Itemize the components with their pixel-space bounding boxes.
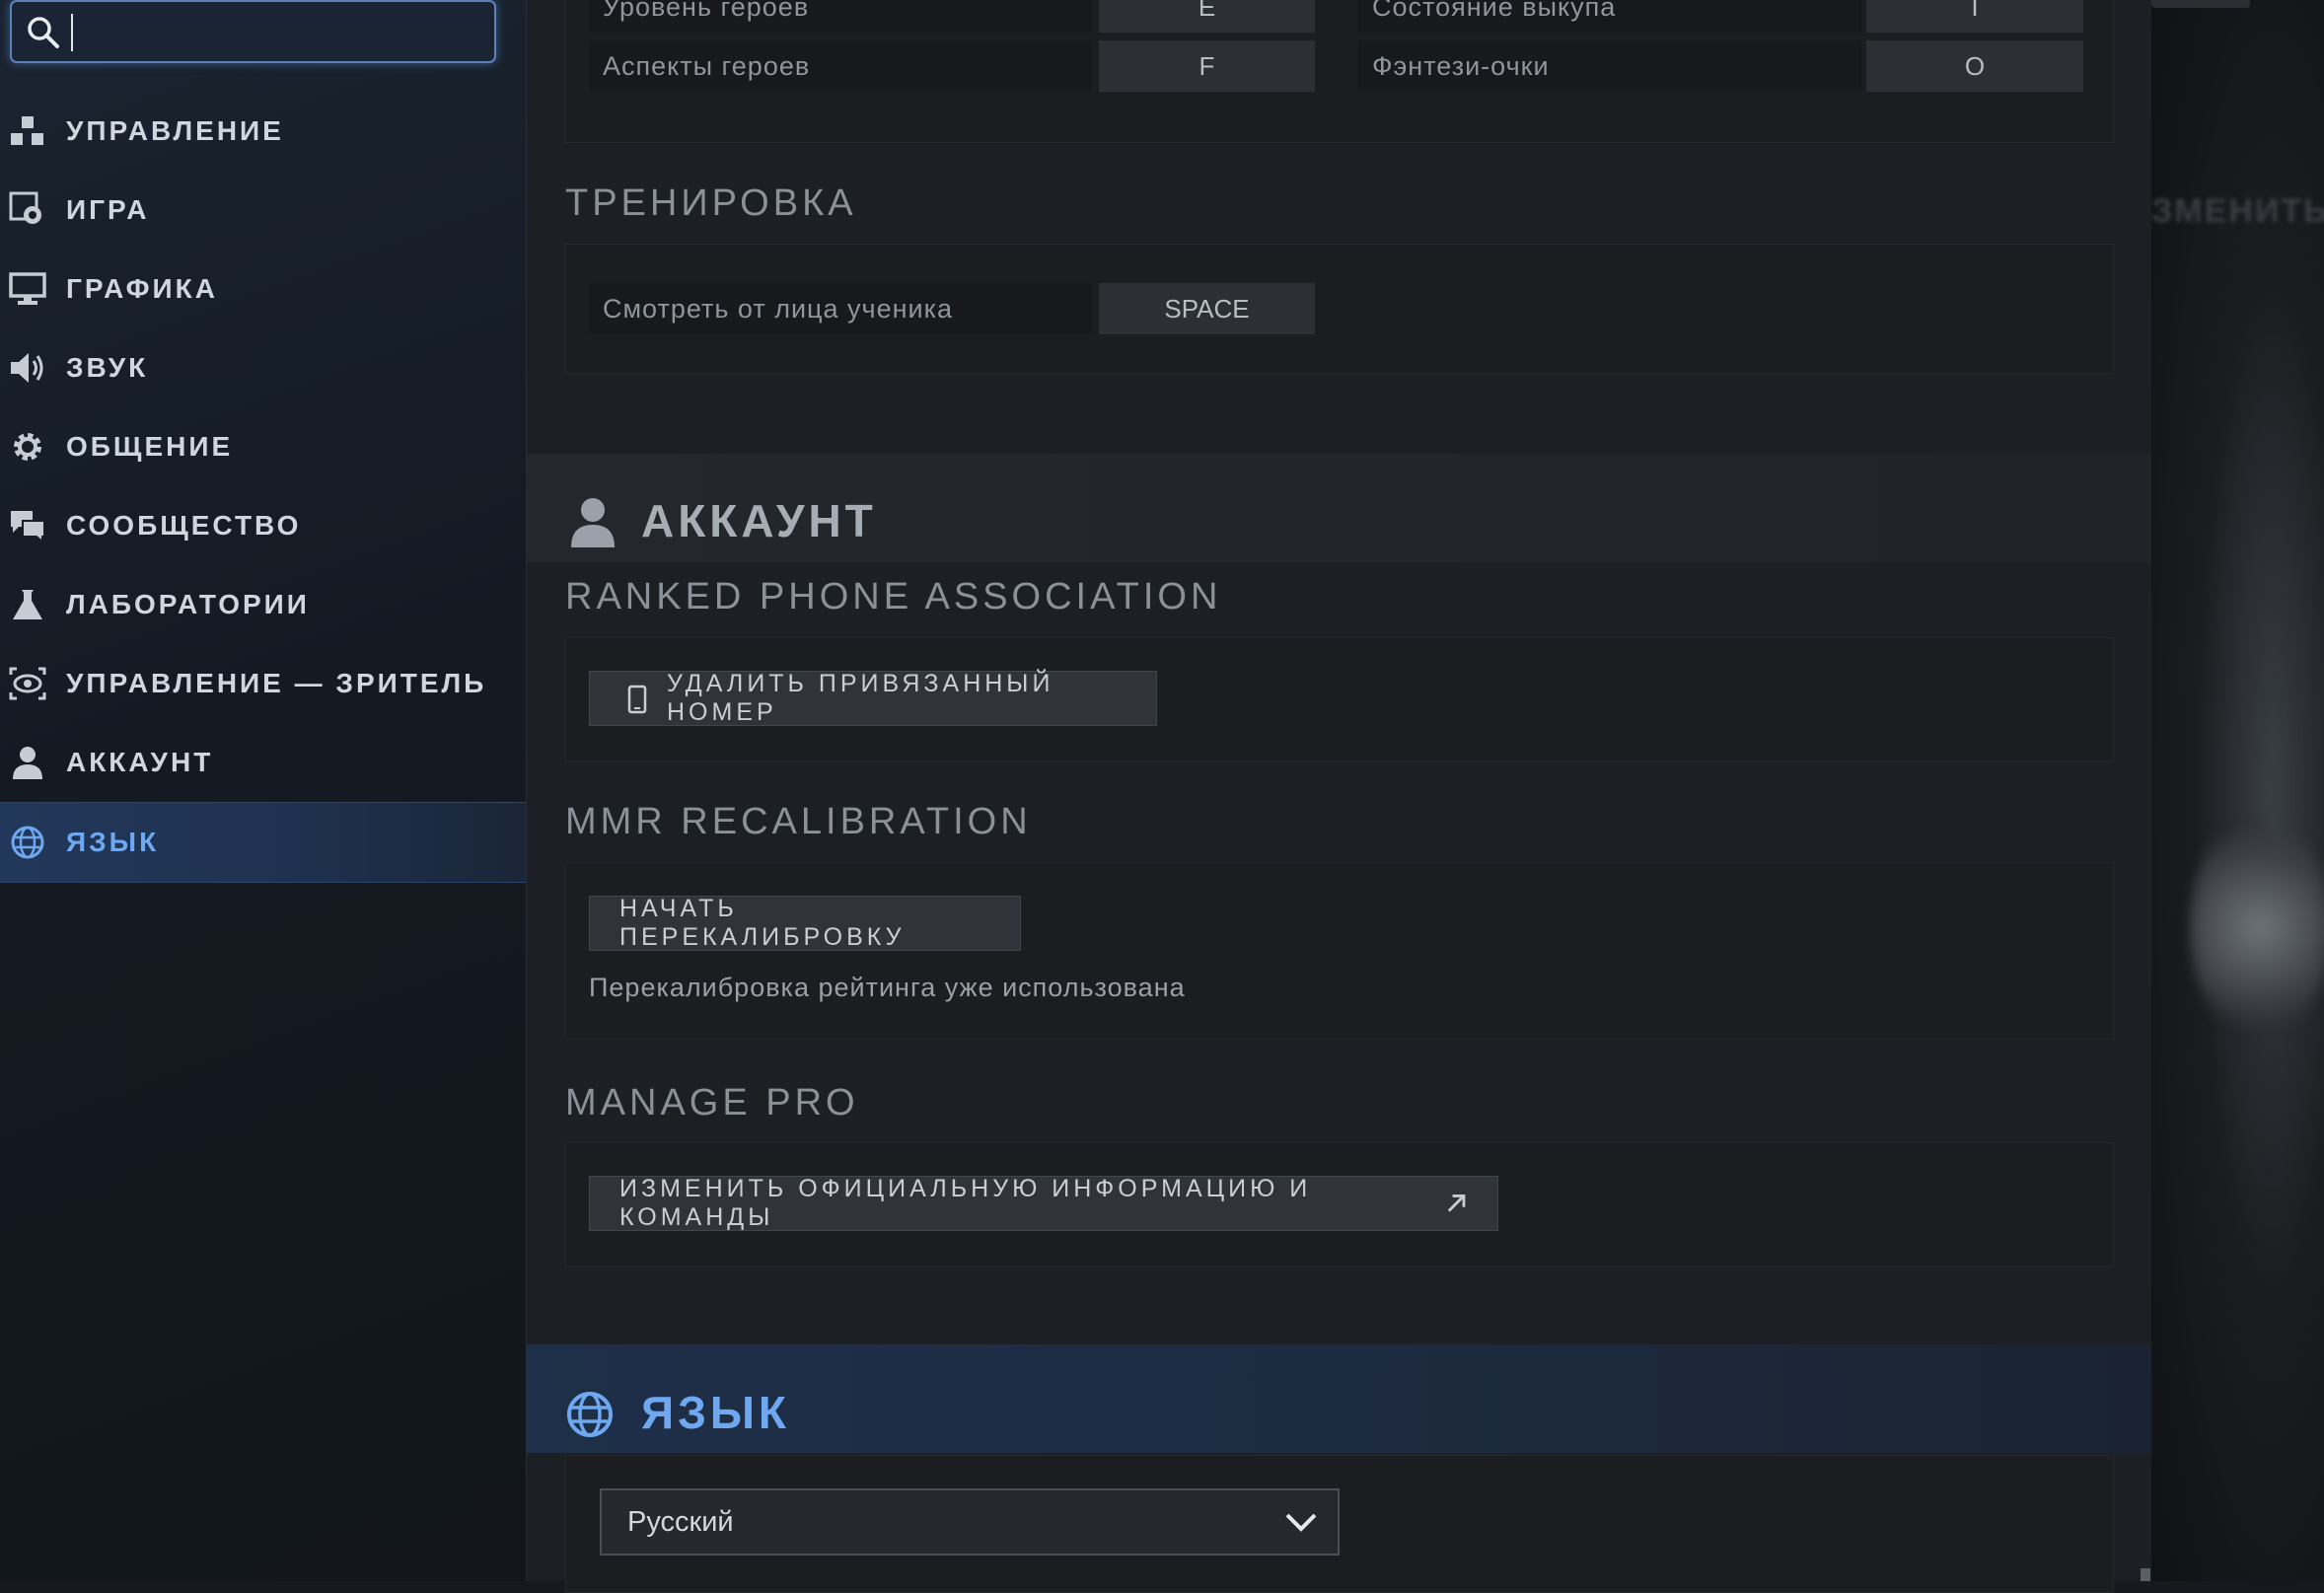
hotkey-label: Аспекты героев bbox=[589, 40, 1092, 92]
sidebar-item-game[interactable]: ИГРА bbox=[0, 171, 526, 250]
background-figure bbox=[2191, 809, 2324, 1046]
hotkey-label: Состояние выкупа bbox=[1358, 0, 1861, 33]
flask-icon bbox=[8, 585, 47, 624]
manage-pro-title: MANAGE PRO bbox=[565, 1082, 859, 1123]
sidebar-item-label: ГРАФИКА bbox=[66, 273, 218, 304]
hotkey-button[interactable]: SPACE bbox=[1099, 283, 1315, 334]
sidebar-item-language[interactable]: ЯЗЫК bbox=[0, 802, 526, 883]
sidebar-item-community[interactable]: СООБЩЕСТВО bbox=[0, 486, 526, 565]
hotkey-label: Уровень героев bbox=[589, 0, 1092, 33]
user-icon bbox=[571, 498, 615, 547]
text-caret bbox=[71, 14, 73, 51]
phone-icon bbox=[627, 685, 647, 714]
hotkey-label: Смотреть от лица ученика bbox=[589, 283, 1092, 334]
manage-pro-card: ИЗМЕНИТЬ ОФИЦИАЛЬНУЮ ИНФОРМАЦИЮ И КОМАНД… bbox=[565, 1142, 2114, 1267]
edit-official-info-button[interactable]: ИЗМЕНИТЬ ОФИЦИАЛЬНУЮ ИНФОРМАЦИЮ И КОМАНД… bbox=[589, 1175, 1498, 1231]
game-settings-icon bbox=[8, 190, 47, 230]
monitor-icon bbox=[8, 269, 47, 309]
eye-icon bbox=[8, 664, 47, 703]
training-title: ТРЕНИРОВКА bbox=[565, 182, 857, 224]
sidebar-item-label: ЯЗЫК bbox=[66, 827, 160, 857]
training-card: Смотреть от лица ученика SPACE bbox=[565, 244, 2114, 374]
background-artwork: ЗМЕНИТЬ bbox=[2151, 0, 2324, 1581]
sidebar-item-spectator-controls[interactable]: УПРАВЛЕНИЕ — ЗРИТЕЛЬ bbox=[0, 644, 526, 723]
sidebar-item-labs[interactable]: ЛАБОРАТОРИИ bbox=[0, 565, 526, 644]
search-input[interactable] bbox=[77, 10, 485, 57]
speaker-icon bbox=[8, 348, 47, 388]
globe-icon bbox=[8, 823, 47, 862]
language-select[interactable]: Русский bbox=[600, 1488, 1340, 1556]
user-icon bbox=[8, 743, 47, 782]
mmr-recalibration-title: MMR RECALIBRATION bbox=[565, 801, 1032, 842]
sidebar-item-label: УПРАВЛЕНИЕ bbox=[66, 115, 284, 146]
settings-content: Уровень героев E Состояние выкупа I Аспе… bbox=[526, 0, 2152, 1593]
sidebar-item-communication[interactable]: ОБЩЕНИЕ bbox=[0, 407, 526, 486]
sidebar-item-label: ИГРА bbox=[66, 194, 150, 225]
sidebar-item-graphics[interactable]: ГРАФИКА bbox=[0, 250, 526, 328]
sidebar-item-label: СООБЩЕСТВО bbox=[66, 510, 302, 541]
globe-icon bbox=[567, 1392, 613, 1437]
sidebar-item-label: ЛАБОРАТОРИИ bbox=[66, 589, 310, 619]
start-recalibration-button[interactable]: НАЧАТЬ ПЕРЕКАЛИБРОВКУ bbox=[589, 895, 1021, 951]
sidebar-item-label: ОБЩЕНИЕ bbox=[66, 431, 234, 462]
search-icon bbox=[28, 17, 59, 48]
phone-card: УДАЛИТЬ ПРИВЯЗАННЫЙ НОМЕР bbox=[565, 637, 2114, 761]
hotkey-label: Фэнтези-очки bbox=[1358, 40, 1861, 92]
controls-icon bbox=[8, 111, 47, 151]
sidebar-item-label: ЗВУК bbox=[66, 352, 149, 383]
scrollbar-thumb[interactable] bbox=[2141, 1568, 2150, 1581]
selected-language: Русский bbox=[627, 1505, 734, 1538]
sidebar-item-controls[interactable]: УПРАВЛЕНИЕ bbox=[0, 92, 526, 171]
sidebar-item-label: АККАУНТ bbox=[66, 747, 214, 777]
blurred-background-text: ЗМЕНИТЬ bbox=[2151, 192, 2324, 230]
hotkeys-card: Уровень героев E Состояние выкупа I Аспе… bbox=[565, 0, 2114, 143]
hotkey-button[interactable]: O bbox=[1866, 40, 2083, 92]
button-label: ИЗМЕНИТЬ ОФИЦИАЛЬНУЮ ИНФОРМАЦИЮ И КОМАНД… bbox=[619, 1175, 1312, 1231]
search-box[interactable] bbox=[10, 0, 496, 63]
chevron-down-icon bbox=[1285, 1513, 1317, 1532]
chat-bubbles-icon bbox=[8, 506, 47, 545]
settings-sidebar: УПРАВЛЕНИЕ ИГРА ГРАФИКА ЗВУК ОБЩЕНИЕ СОО… bbox=[0, 0, 526, 1581]
background-tab bbox=[2151, 0, 2250, 8]
hotkey-button[interactable]: E bbox=[1099, 0, 1315, 33]
sidebar-item-account[interactable]: АККАУНТ bbox=[0, 723, 526, 802]
account-title: АККАУНТ bbox=[641, 495, 877, 546]
hotkey-button[interactable]: I bbox=[1866, 0, 2083, 33]
language-title: ЯЗЫК bbox=[641, 1387, 790, 1438]
recalibration-status: Перекалибровка рейтинга уже использована bbox=[589, 973, 1186, 1002]
external-link-icon bbox=[1448, 1194, 1466, 1212]
button-label: УДАЛИТЬ ПРИВЯЗАННЫЙ НОМЕР bbox=[667, 670, 1054, 726]
phone-association-title: RANKED PHONE ASSOCIATION bbox=[565, 576, 1222, 617]
gear-icon bbox=[8, 427, 47, 467]
remove-phone-button[interactable]: УДАЛИТЬ ПРИВЯЗАННЫЙ НОМЕР bbox=[589, 670, 1157, 726]
hotkey-button[interactable]: F bbox=[1099, 40, 1315, 92]
sidebar-item-sound[interactable]: ЗВУК bbox=[0, 328, 526, 407]
sidebar-item-label: УПРАВЛЕНИЕ — ЗРИТЕЛЬ bbox=[66, 668, 487, 698]
mmr-card: НАЧАТЬ ПЕРЕКАЛИБРОВКУ Перекалибровка рей… bbox=[565, 862, 2114, 1040]
